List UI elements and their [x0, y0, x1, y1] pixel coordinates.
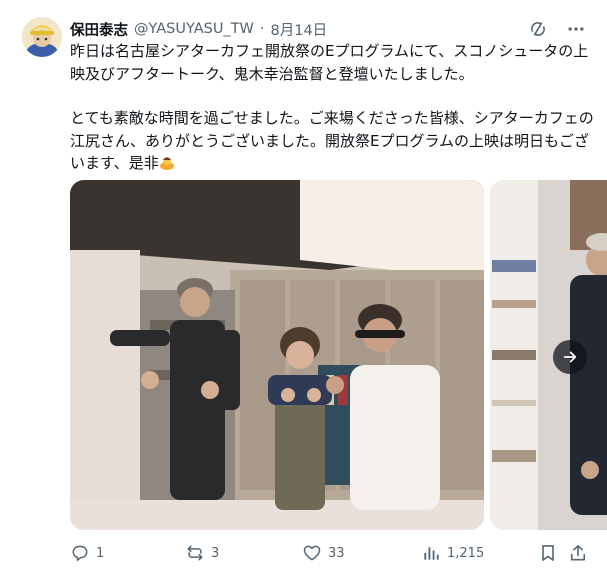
photo-group[interactable]	[70, 180, 484, 530]
share-icon	[570, 545, 586, 561]
heart-icon	[303, 545, 321, 561]
media-gallery	[70, 180, 607, 530]
tweet-paragraph-2: とても素敵な時間を過ごせました。ご来場くださった皆様、シアターカフェの江尻さん、…	[70, 107, 595, 175]
like-count: 33	[328, 545, 345, 561]
like-button[interactable]: 33	[302, 543, 345, 563]
header-actions	[527, 18, 587, 40]
view-count: 1,215	[447, 545, 485, 561]
post-date[interactable]: 8月14日	[271, 19, 328, 40]
tweet[interactable]: 保田泰志 @YASUYASU_TW · 8月14日 昨日は名古屋シアターカフェ開…	[0, 0, 607, 570]
author-handle[interactable]: @YASUYASU_TW	[134, 21, 254, 37]
woman-bowing-emoji	[159, 154, 175, 170]
separator-dot: ·	[259, 21, 265, 37]
more-icon[interactable]	[565, 18, 587, 40]
avatar[interactable]	[22, 17, 62, 57]
repost-icon	[187, 545, 203, 561]
reply-count: 1	[96, 545, 105, 561]
repost-count: 3	[211, 545, 220, 561]
bookmark-icon	[542, 545, 554, 561]
views-icon	[424, 547, 439, 560]
reply-button[interactable]: 1	[70, 543, 104, 563]
tweet-paragraph-2-text: とても素敵な時間を過ごせました。ご来場くださった皆様、シアターカフェの江尻さん、…	[70, 109, 594, 172]
bookmark-button[interactable]	[538, 543, 558, 563]
action-bar: 1 3 33 1,215	[70, 540, 590, 566]
tweet-text: 昨日は名古屋シアターカフェ開放祭のEプログラムにて、スコノシュータの上映及びアフ…	[70, 40, 595, 197]
tweet-header: 保田泰志 @YASUYASU_TW · 8月14日	[70, 18, 327, 40]
grok-icon[interactable]	[527, 18, 549, 40]
tweet-paragraph-1: 昨日は名古屋シアターカフェ開放祭のEプログラムにて、スコノシュータの上映及びアフ…	[70, 42, 589, 83]
views-button[interactable]: 1,215	[421, 543, 484, 563]
reply-icon	[72, 545, 88, 562]
share-button[interactable]	[568, 543, 588, 563]
next-image-button[interactable]	[553, 340, 587, 374]
repost-button[interactable]: 3	[185, 543, 219, 563]
photo-second[interactable]	[490, 180, 607, 530]
author-name[interactable]: 保田泰志	[70, 19, 128, 40]
